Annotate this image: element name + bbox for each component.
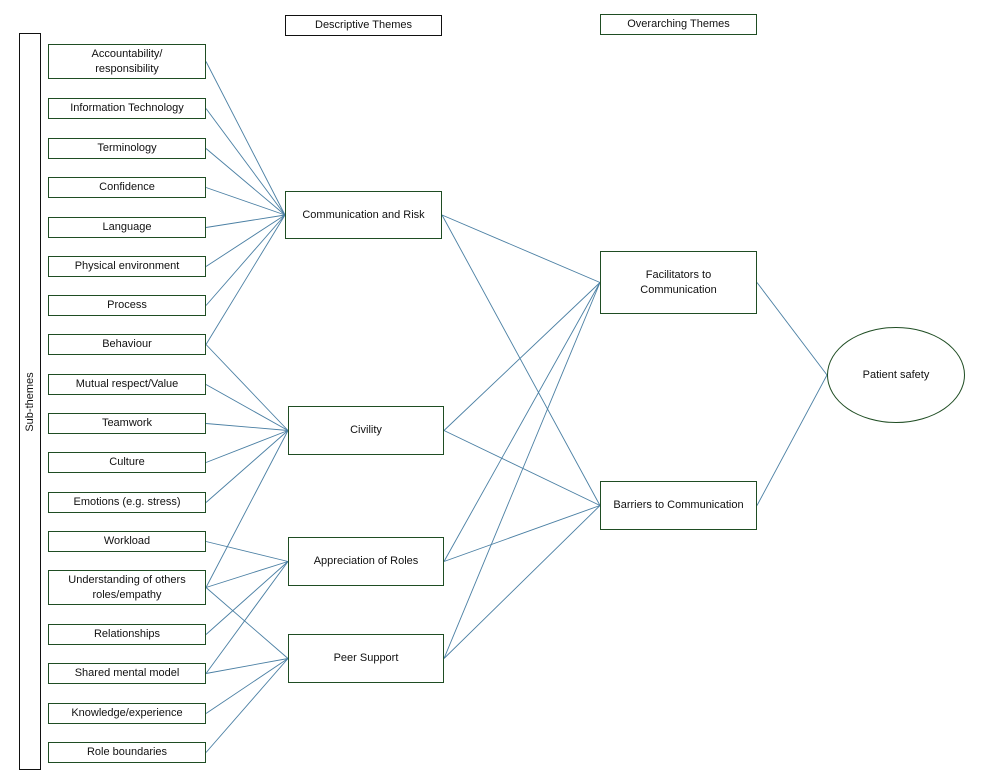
sub-theme-label: Language <box>102 221 152 233</box>
sub-theme-label: Process <box>107 299 147 311</box>
sub-theme-mutual-respect-value: Mutual respect/Value <box>48 374 206 395</box>
sub-theme-label: Shared mental model <box>74 667 180 679</box>
sub-theme-label: Confidence <box>99 181 155 193</box>
descriptive-theme-appreciation-of-roles: Appreciation of Roles <box>288 537 444 586</box>
edge-s15-d3 <box>205 658 289 674</box>
descriptive-theme-label: Communication and Risk <box>302 208 425 221</box>
sub-theme-label: Physical environment <box>74 260 180 272</box>
edge-s2-d0 <box>205 148 286 216</box>
edge-s13-d2 <box>205 561 289 588</box>
edge-s1-d0 <box>205 108 286 216</box>
edge-s7-d1 <box>205 344 289 431</box>
edge-d1-o0 <box>443 282 601 431</box>
edge-s9-d1 <box>205 423 289 431</box>
sub-theme-label: Information Technology <box>70 102 184 114</box>
edge-s11-d1 <box>205 430 289 503</box>
overarching-themes-header: Overarching Themes <box>600 14 757 35</box>
edge-d1-o1 <box>443 430 601 506</box>
sub-theme-label: Relationships <box>93 628 161 640</box>
sub-theme-terminology: Terminology <box>48 138 206 159</box>
sub-theme-teamwork: Teamwork <box>48 413 206 434</box>
sub-theme-relationships: Relationships <box>48 624 206 645</box>
sub-theme-emotions-e-g-stress: Emotions (e.g. stress) <box>48 492 206 513</box>
descriptive-theme-label: Civility <box>350 424 382 436</box>
descriptive-theme-civility: Civility <box>288 406 444 455</box>
outcome-label: Patient safety <box>862 369 930 381</box>
sub-themes-label: Sub-themes <box>24 371 36 432</box>
edge-d3-o1 <box>443 505 601 659</box>
sub-theme-behaviour: Behaviour <box>48 334 206 355</box>
sub-theme-confidence: Confidence <box>48 177 206 198</box>
edge-s7-d0 <box>205 214 286 345</box>
sub-theme-workload: Workload <box>48 531 206 552</box>
edge-s4-d0 <box>205 214 286 228</box>
edge-s10-d1 <box>205 430 289 463</box>
sub-theme-knowledge-experience: Knowledge/experience <box>48 703 206 724</box>
edge-s6-d0 <box>205 214 286 306</box>
sub-theme-accountability-responsibility: Accountability/responsibility <box>48 44 206 79</box>
edge-d0-o1 <box>441 214 601 506</box>
descriptive-theme-communication-and-risk: Communication and Risk <box>285 191 442 239</box>
sub-theme-label-line: Accountability/ <box>91 47 163 60</box>
sub-theme-shared-mental-model: Shared mental model <box>48 663 206 684</box>
sub-theme-label: Knowledge/experience <box>71 707 183 719</box>
sub-theme-label-line: Understanding of others <box>68 573 186 586</box>
sub-theme-label: Emotions (e.g. stress) <box>73 496 181 508</box>
sub-theme-role-boundaries: Role boundaries <box>48 742 206 763</box>
descriptive-theme-peer-support: Peer Support <box>288 634 444 683</box>
sub-theme-understanding-of-others-roles-empathy: Understanding of others roles/empathy <box>48 570 206 605</box>
sub-theme-label: Teamwork <box>101 417 153 429</box>
edge-o1-p0 <box>756 374 828 506</box>
sub-theme-label-line: roles/empathy <box>92 588 162 601</box>
sub-theme-label: Understanding of others roles/empathy <box>68 573 185 603</box>
sub-theme-label: Terminology <box>97 142 157 154</box>
descriptive-theme-label: Peer Support <box>333 652 399 664</box>
sub-theme-label: Workload <box>103 535 151 547</box>
edge-s13-d1 <box>205 430 289 588</box>
descriptive-themes-header: Descriptive Themes <box>285 15 442 36</box>
overarching-theme-barriers-to-communication: Barriers to Communication <box>600 481 757 530</box>
edge-s5-d0 <box>205 214 286 267</box>
sub-theme-label: Culture <box>109 456 145 468</box>
sub-theme-label: Accountability/responsibility <box>92 47 163 77</box>
overarching-theme-label-line: Communication <box>640 283 717 296</box>
sub-theme-label: Role boundaries <box>86 746 168 758</box>
edge-d0-o0 <box>441 214 601 283</box>
edge-d2-o1 <box>443 505 601 562</box>
sub-theme-information-technology: Information Technology <box>48 98 206 119</box>
overarching-theme-label: Facilitators to Communication <box>640 268 716 298</box>
sub-theme-label: Mutual respect/Value <box>75 378 179 390</box>
edge-s8-d1 <box>205 384 289 431</box>
edge-d3-o0 <box>443 282 601 659</box>
descriptive-theme-label: Appreciation of Roles <box>313 555 419 567</box>
sub-theme-process: Process <box>48 295 206 316</box>
sub-themes-label-box: Sub-themes <box>19 33 41 770</box>
sub-theme-culture: Culture <box>48 452 206 473</box>
edge-o0-p0 <box>756 282 828 376</box>
overarching-theme-label: Barriers to Communication <box>613 499 744 511</box>
sub-theme-label: Behaviour <box>102 338 152 350</box>
overarching-theme-label-line: Facilitators to <box>645 268 712 281</box>
edge-s12-d2 <box>205 541 289 562</box>
overarching-themes-header-text: Overarching Themes <box>627 18 730 30</box>
edge-d2-o0 <box>443 282 601 562</box>
edge-s15-d2 <box>205 561 289 674</box>
sub-theme-language: Language <box>48 217 206 238</box>
descriptive-themes-header-text: Descriptive Themes <box>315 19 412 31</box>
overarching-theme-facilitators-to-communication: Facilitators to Communication <box>600 251 757 314</box>
sub-theme-physical-environment: Physical environment <box>48 256 206 277</box>
outcome-patient-safety: Patient safety <box>827 327 965 423</box>
sub-theme-label-line: responsibility <box>95 62 159 75</box>
